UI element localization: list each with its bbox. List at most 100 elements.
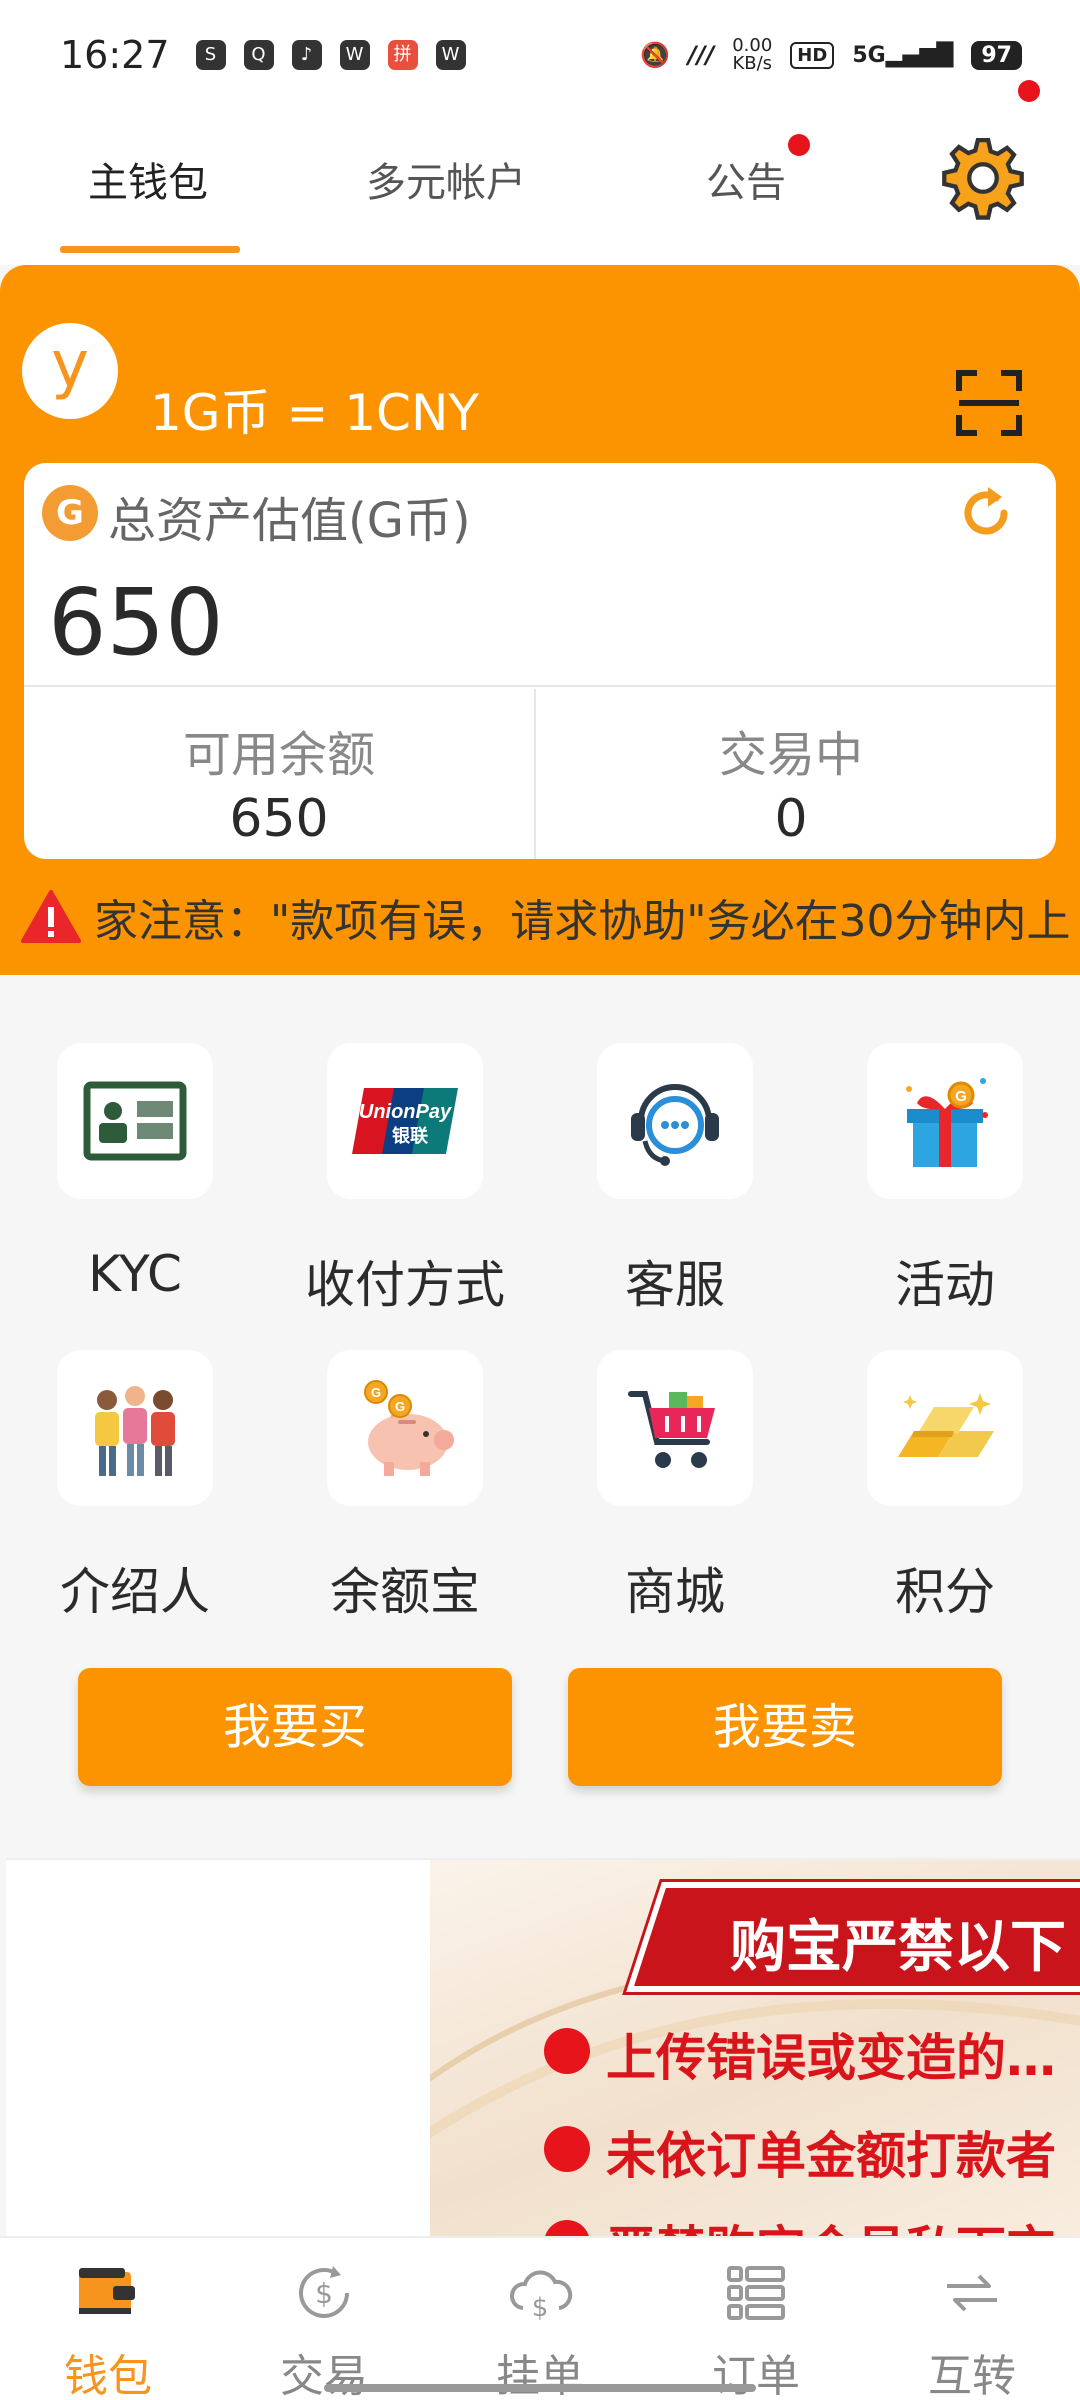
banner-line: 未依订单金额打款者 bbox=[606, 2127, 1056, 2185]
avatar[interactable]: y bbox=[22, 323, 118, 419]
gold-bars-icon bbox=[898, 1393, 994, 1457]
status-time: 16:27 bbox=[60, 33, 170, 77]
list-icon bbox=[727, 2266, 785, 2320]
tile: G bbox=[867, 1043, 1023, 1199]
nav-orders[interactable]: 订单 bbox=[676, 2258, 836, 2400]
gear-icon[interactable] bbox=[940, 135, 1026, 221]
tab-main-wallet[interactable]: 主钱包 bbox=[88, 150, 208, 208]
weibo-icon: W bbox=[339, 40, 370, 70]
grid-label: 商城 bbox=[625, 1563, 725, 1621]
tile bbox=[867, 1350, 1023, 1506]
notice-text: 家注意："款项有误，请求协助"务必在30分钟内上 bbox=[94, 896, 1071, 947]
grid-label: 客服 bbox=[625, 1256, 725, 1314]
in-trade-value: 0 bbox=[774, 789, 808, 849]
id-card-icon bbox=[83, 1081, 187, 1161]
scan-icon[interactable] bbox=[955, 369, 1023, 437]
svg-text:$: $ bbox=[532, 2293, 549, 2323]
g-coin-icon: G bbox=[42, 485, 98, 541]
qq-icon: Q bbox=[243, 40, 274, 70]
piggy-bank-icon: G G bbox=[364, 1380, 454, 1476]
wallet-icon bbox=[79, 2268, 135, 2314]
total-assets-value: 650 bbox=[48, 569, 224, 676]
sell-button[interactable]: 我要卖 bbox=[568, 1668, 1002, 1786]
nav-label: 钱包 bbox=[64, 2351, 152, 2400]
total-assets-label: 总资产估值(G币) bbox=[108, 493, 471, 549]
svg-text:G: G bbox=[371, 1385, 381, 1400]
notice-marquee[interactable]: 家注意："款项有误，请求协助"务必在30分钟内上 bbox=[0, 877, 1080, 957]
home-indicator[interactable] bbox=[324, 2384, 756, 2392]
battery-indicator: 97 bbox=[971, 40, 1022, 70]
available-balance-label: 可用余额 bbox=[182, 727, 375, 783]
grid-item-payment-methods[interactable]: UnionPay 银联 收付方式 bbox=[305, 1043, 505, 1317]
buy-button[interactable]: 我要买 bbox=[78, 1668, 512, 1786]
settings-badge bbox=[1018, 80, 1040, 102]
transfer-icon bbox=[947, 2274, 997, 2312]
asset-summary: G 总资产估值(G币) 650 可用余额 650 交易中 0 bbox=[24, 463, 1056, 859]
grid-item-mall[interactable]: 商城 bbox=[575, 1350, 775, 1624]
svg-text:$: $ bbox=[315, 2277, 333, 2310]
promo-banner[interactable]: 购宝严禁以下 上传错误或变造的… 未依订单金额打款者 严禁购宝会员私下交 bbox=[6, 1858, 1080, 2238]
gift-icon: G bbox=[906, 1078, 988, 1167]
network-type: 5G bbox=[852, 42, 886, 68]
tab-multi-account[interactable]: 多元帐户 bbox=[366, 150, 526, 208]
warning-icon bbox=[21, 890, 81, 943]
speed-unit: KB/s bbox=[732, 53, 773, 74]
bullet-icon bbox=[544, 2028, 590, 2074]
mute-icon: 🔕 bbox=[640, 41, 670, 69]
svg-text:银联: 银联 bbox=[392, 1125, 428, 1147]
status-bar: 16:27 S Q ♪ W 拼 W 🔕 /// 0.00 KB/s HD 5G▂… bbox=[0, 0, 1080, 110]
tile bbox=[57, 1043, 213, 1199]
bottom-nav: 钱包 $ 交易 $ 挂单 订单 互转 bbox=[0, 2236, 1080, 2400]
refresh-icon[interactable] bbox=[954, 479, 1018, 543]
tile bbox=[57, 1350, 213, 1506]
tab-announcement[interactable]: 公告 bbox=[706, 150, 786, 208]
announcement-badge bbox=[788, 134, 810, 156]
tile bbox=[597, 1350, 753, 1506]
network-speed: 0.00 KB/s bbox=[732, 37, 772, 73]
top-tabs: 主钱包 多元帐户 公告 bbox=[0, 80, 1080, 265]
customer-service-icon bbox=[631, 1084, 719, 1166]
grid-label: 积分 bbox=[895, 1563, 995, 1621]
wallet-card: y 1G币 = 1CNY G 总资产估值(G币) 650 可用余额 650 交易… bbox=[0, 265, 1080, 975]
grid-item-customer-service[interactable]: 客服 bbox=[575, 1043, 775, 1317]
weibo-icon-2: W bbox=[435, 40, 466, 70]
svg-text:G: G bbox=[955, 1088, 967, 1105]
grid-item-balance-treasure[interactable]: G G 余额宝 bbox=[305, 1350, 505, 1624]
grid-label: KYC bbox=[88, 1245, 182, 1303]
svg-text:G: G bbox=[395, 1399, 405, 1414]
grid-item-points[interactable]: 积分 bbox=[845, 1350, 1045, 1624]
grid-label: 介绍人 bbox=[60, 1563, 210, 1621]
active-tab-indicator bbox=[60, 246, 240, 253]
nav-trade[interactable]: $ 交易 bbox=[244, 2258, 404, 2400]
cloud-dollar-icon: $ bbox=[510, 2270, 573, 2323]
signal-icon: 5G▂▄▆█ bbox=[852, 42, 954, 68]
nfc-icon: /// bbox=[687, 41, 715, 69]
shopping-cart-icon bbox=[628, 1391, 715, 1468]
notification-icons: S Q ♪ W 拼 W bbox=[195, 40, 466, 70]
available-balance-value: 650 bbox=[229, 789, 329, 849]
divider bbox=[24, 685, 1056, 687]
grid-label: 余额宝 bbox=[330, 1563, 480, 1621]
nav-transfer[interactable]: 互转 bbox=[892, 2258, 1052, 2400]
grid-item-kyc[interactable]: KYC bbox=[35, 1043, 235, 1303]
banner-image: 购宝严禁以下 上传错误或变造的… 未依订单金额打款者 严禁购宝会员私下交 bbox=[430, 1860, 1080, 2238]
status-right: 🔕 /// 0.00 KB/s HD 5G▂▄▆█ 97 bbox=[640, 37, 1022, 73]
people-icon bbox=[95, 1386, 175, 1476]
nav-listing[interactable]: $ 挂单 bbox=[460, 2258, 620, 2400]
banner-title: 购宝严禁以下 bbox=[730, 1915, 1066, 1980]
grid-item-referrer[interactable]: 介绍人 bbox=[35, 1350, 235, 1624]
tile: G G bbox=[327, 1350, 483, 1506]
in-trade-label: 交易中 bbox=[718, 727, 863, 783]
svg-text:UnionPay: UnionPay bbox=[359, 1101, 452, 1123]
tiktok-icon: ♪ bbox=[291, 40, 322, 70]
tile bbox=[597, 1043, 753, 1199]
banner-line: 严禁购宝会员私下交 bbox=[606, 2210, 1056, 2238]
grid-label: 收付方式 bbox=[305, 1256, 505, 1314]
nav-wallet[interactable]: 钱包 bbox=[28, 2258, 188, 2400]
dollar-cycle-icon: $ bbox=[299, 2266, 349, 2318]
shield-app-icon: S bbox=[195, 40, 226, 70]
unionpay-icon: UnionPay 银联 bbox=[352, 1088, 458, 1154]
bullet-icon bbox=[544, 2126, 590, 2172]
grid-item-activity[interactable]: G 活动 bbox=[845, 1043, 1045, 1317]
banner-line: 上传错误或变造的… bbox=[606, 2029, 1056, 2087]
